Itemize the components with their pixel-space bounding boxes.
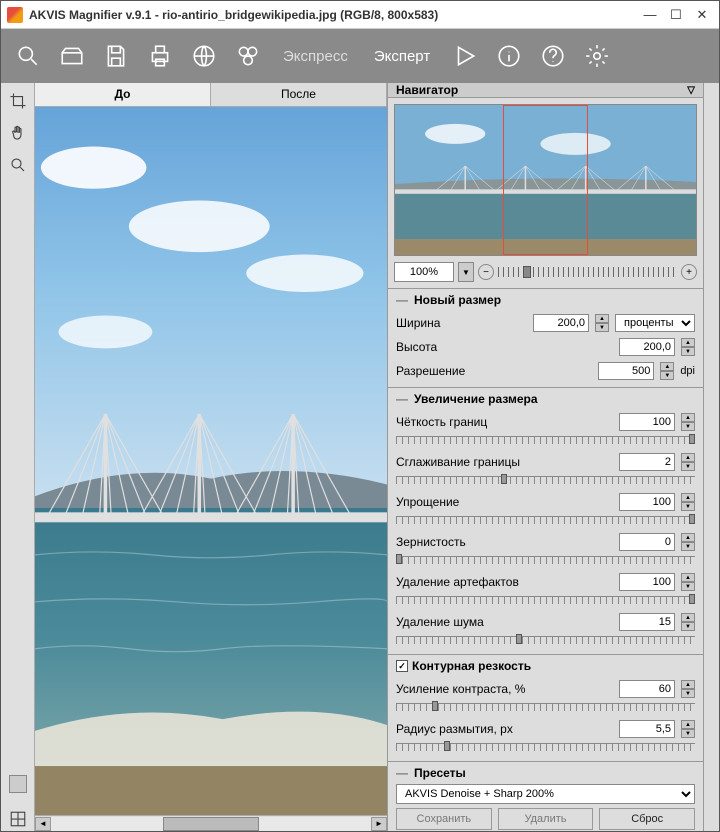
right-panel: Навигатор ▽: [387, 83, 703, 831]
navigator-title: Навигатор: [396, 83, 458, 97]
enlarge-title: Увеличение размера: [396, 392, 695, 406]
zoom-dropdown-icon[interactable]: ▼: [458, 262, 474, 282]
noise-label: Удаление шума: [396, 615, 613, 629]
zoom-slider[interactable]: [498, 264, 677, 280]
noise-slider[interactable]: [396, 636, 695, 644]
sharpness-slider[interactable]: [396, 436, 695, 444]
tab-after[interactable]: После: [211, 83, 387, 106]
web-icon[interactable]: [185, 37, 223, 75]
newsize-title: Новый размер: [396, 293, 695, 307]
presets-title: Пресеты: [396, 766, 695, 780]
artifact-label: Удаление артефактов: [396, 575, 613, 589]
reset-preset-button[interactable]: Сброс: [599, 808, 695, 830]
scroll-left-icon[interactable]: ◄: [35, 817, 51, 831]
grain-slider[interactable]: [396, 556, 695, 564]
grain-label: Зернистость: [396, 535, 613, 549]
sharpness-spinner[interactable]: ▲▼: [681, 413, 695, 431]
noise-input[interactable]: [619, 613, 675, 631]
horizontal-scrollbar[interactable]: ◄ ►: [35, 815, 387, 831]
scroll-thumb[interactable]: [163, 817, 259, 831]
split-view-icon[interactable]: [6, 807, 30, 831]
zoom-out-icon[interactable]: −: [478, 264, 494, 280]
width-input[interactable]: [533, 314, 589, 332]
scroll-right-icon[interactable]: ►: [371, 817, 387, 831]
close-button[interactable]: ✕: [691, 6, 713, 24]
radius-slider[interactable]: [396, 743, 695, 751]
open-icon[interactable]: [53, 37, 91, 75]
resolution-input[interactable]: [598, 362, 654, 380]
image-canvas[interactable]: [35, 107, 387, 815]
height-spinner[interactable]: ▲▼: [681, 338, 695, 356]
contrast-label: Усиление контраста, %: [396, 682, 613, 696]
artifact-spinner[interactable]: ▲▼: [681, 573, 695, 591]
smooth-slider[interactable]: [396, 476, 695, 484]
radius-input[interactable]: [619, 720, 675, 738]
width-label: Ширина: [396, 316, 527, 330]
vertical-scrollbar[interactable]: [703, 83, 719, 831]
settings-icon[interactable]: [578, 37, 616, 75]
app-icon: [7, 7, 23, 23]
titlebar: AKVIS Magnifier v.9.1 - rio-antirio_brid…: [1, 1, 719, 29]
main-toolbar: Экспресс Эксперт: [1, 29, 719, 83]
contrast-slider[interactable]: [396, 703, 695, 711]
grain-input[interactable]: [619, 533, 675, 551]
height-input[interactable]: [619, 338, 675, 356]
zoom-icon[interactable]: [6, 153, 30, 177]
smooth-input[interactable]: [619, 453, 675, 471]
tab-before[interactable]: До: [35, 83, 211, 106]
zoom-input[interactable]: [394, 262, 454, 282]
magnifier-tool-icon[interactable]: [9, 37, 47, 75]
smooth-spinner[interactable]: ▲▼: [681, 453, 695, 471]
canvas-area: До После: [35, 83, 387, 831]
save-preset-button[interactable]: Сохранить: [396, 808, 492, 830]
radius-label: Радиус размытия, px: [396, 722, 613, 736]
noise-spinner[interactable]: ▲▼: [681, 613, 695, 631]
radius-spinner[interactable]: ▲▼: [681, 720, 695, 738]
expert-mode-button[interactable]: Эксперт: [364, 42, 440, 71]
resolution-label: Разрешение: [396, 364, 592, 378]
zoom-in-icon[interactable]: +: [681, 264, 697, 280]
contour-title: ✓Контурная резкость: [396, 659, 695, 673]
simplify-label: Упрощение: [396, 495, 613, 509]
sharpness-label: Чёткость границ: [396, 415, 613, 429]
sharpness-input[interactable]: [619, 413, 675, 431]
smooth-label: Сглаживание границы: [396, 455, 613, 469]
artifact-slider[interactable]: [396, 596, 695, 604]
unit-select[interactable]: проценты: [615, 314, 695, 332]
contrast-input[interactable]: [619, 680, 675, 698]
batch-icon[interactable]: [229, 37, 267, 75]
simplify-slider[interactable]: [396, 516, 695, 524]
color-swatch[interactable]: [9, 775, 27, 793]
contrast-spinner[interactable]: ▲▼: [681, 680, 695, 698]
artifact-input[interactable]: [619, 573, 675, 591]
crop-icon[interactable]: [6, 89, 30, 113]
help-icon[interactable]: [534, 37, 572, 75]
height-label: Высота: [396, 340, 613, 354]
hand-icon[interactable]: [6, 121, 30, 145]
left-toolbar: [1, 83, 35, 831]
navigator-header: Навигатор ▽: [388, 83, 703, 98]
simplify-spinner[interactable]: ▲▼: [681, 493, 695, 511]
dpi-label: dpi: [680, 365, 695, 377]
grain-spinner[interactable]: ▲▼: [681, 533, 695, 551]
resolution-spinner[interactable]: ▲▼: [660, 362, 674, 380]
contour-checkbox[interactable]: ✓: [396, 660, 408, 672]
maximize-button[interactable]: ☐: [665, 6, 687, 24]
run-icon[interactable]: [446, 37, 484, 75]
simplify-input[interactable]: [619, 493, 675, 511]
save-icon[interactable]: [97, 37, 135, 75]
collapse-icon[interactable]: ▽: [687, 85, 695, 96]
print-icon[interactable]: [141, 37, 179, 75]
delete-preset-button[interactable]: Удалить: [498, 808, 594, 830]
navigator-preview[interactable]: [394, 104, 697, 256]
minimize-button[interactable]: —: [639, 6, 661, 24]
window-title: AKVIS Magnifier v.9.1 - rio-antirio_brid…: [29, 8, 639, 22]
navigator-viewport[interactable]: [503, 105, 587, 255]
width-spinner[interactable]: ▲▼: [595, 314, 609, 332]
express-mode-button[interactable]: Экспресс: [273, 42, 358, 71]
preset-select[interactable]: AKVIS Denoise + Sharp 200%: [396, 784, 695, 804]
info-icon[interactable]: [490, 37, 528, 75]
